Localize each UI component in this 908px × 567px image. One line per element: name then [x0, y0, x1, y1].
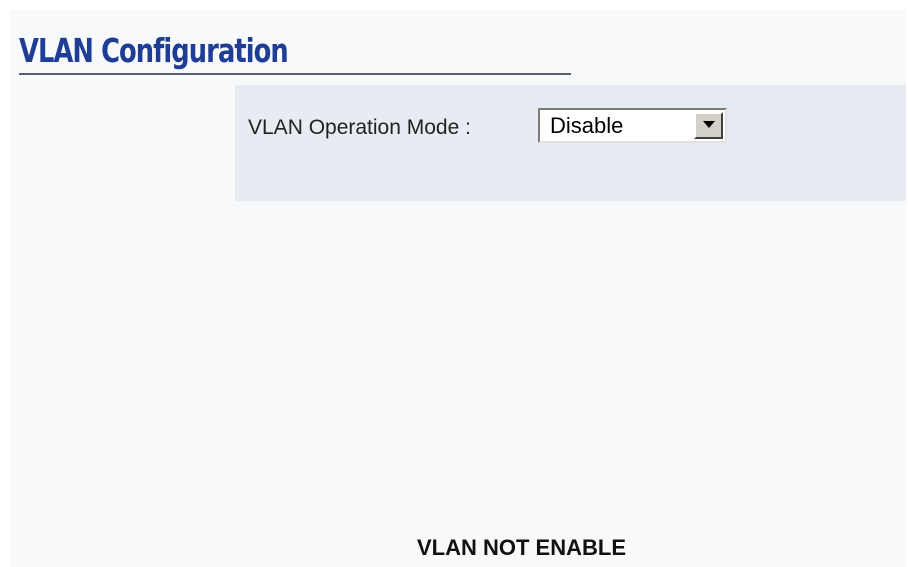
vlan-operation-mode-value: Disable — [550, 113, 624, 138]
vlan-settings-panel: VLAN Operation Mode : Disable — [235, 85, 906, 201]
page-title: VLAN Configuration — [19, 31, 289, 70]
vlan-operation-mode-label: VLAN Operation Mode : — [248, 116, 471, 139]
dropdown-arrow-icon[interactable] — [694, 112, 723, 139]
vlan-operation-mode-select[interactable]: Disable — [538, 108, 727, 143]
title-underline — [19, 73, 571, 75]
vlan-status-message: VLAN NOT ENABLE — [417, 535, 626, 560]
vlan-config-page: VLAN Configuration VLAN Operation Mode :… — [10, 10, 906, 567]
